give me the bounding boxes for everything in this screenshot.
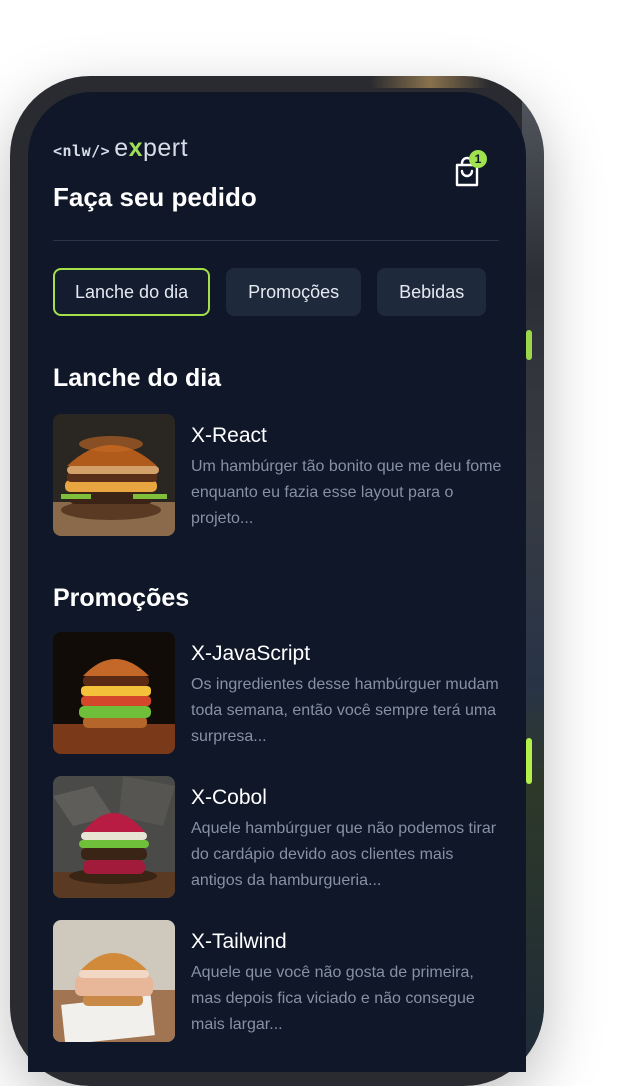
brand-name-x: x <box>128 134 143 162</box>
item-name: X-Cobol <box>191 786 267 809</box>
item-name: X-JavaScript <box>191 642 311 665</box>
category-tabs: Lanche do dia Promoções Bebidas <box>53 268 487 316</box>
tab-lanche-do-dia[interactable]: Lanche do dia <box>53 268 211 316</box>
brand-prefix: <nlw/> <box>53 142 111 160</box>
cart-count-badge: 1 <box>469 150 487 168</box>
phone-glare <box>370 76 490 88</box>
brand-name: expert <box>114 134 188 163</box>
menu-item-x-react[interactable]: X-React Um hambúrger tão bonito que me d… <box>53 414 503 538</box>
tab-bebidas[interactable]: Bebidas <box>377 268 487 316</box>
burger-image <box>53 414 175 536</box>
item-description: Os ingredientes desse hambúrguer mudam t… <box>191 676 499 745</box>
item-description: Aquele que você não gosta de primeira, m… <box>191 964 475 1033</box>
item-description: Um hambúrger tão bonito que me deu fome … <box>191 458 502 527</box>
burger-image <box>53 776 175 898</box>
burger-image <box>53 632 175 754</box>
brand-name-start: e <box>114 134 129 162</box>
brand-name-end: pert <box>143 134 189 162</box>
phone-side-accent <box>526 330 532 360</box>
section-title-promocoes: Promoções <box>53 584 190 612</box>
item-description: Aquele hambúrguer que não podemos tirar … <box>191 820 497 889</box>
brand-logo: <nlw/> expert <box>53 134 188 163</box>
header-divider <box>53 240 499 241</box>
page-title: Faça seu pedido <box>53 182 257 212</box>
item-name: X-Tailwind <box>191 930 287 953</box>
section-title-lanche-do-dia: Lanche do dia <box>53 364 222 392</box>
app-screen: <nlw/> expert Faça seu pedido 1 Lanche d… <box>28 92 526 1072</box>
item-name: X-React <box>191 424 267 447</box>
menu-item-x-javascript[interactable]: X-JavaScript Os ingredientes desse hambú… <box>53 632 503 756</box>
phone-side-accent <box>526 738 532 784</box>
menu-item-x-cobol[interactable]: X-Cobol Aquele hambúrguer que não podemo… <box>53 776 503 900</box>
tab-promocoes[interactable]: Promoções <box>226 268 362 316</box>
menu-item-x-tailwind[interactable]: X-Tailwind Aquele que você não gosta de … <box>53 920 503 1044</box>
burger-image <box>53 920 175 1042</box>
